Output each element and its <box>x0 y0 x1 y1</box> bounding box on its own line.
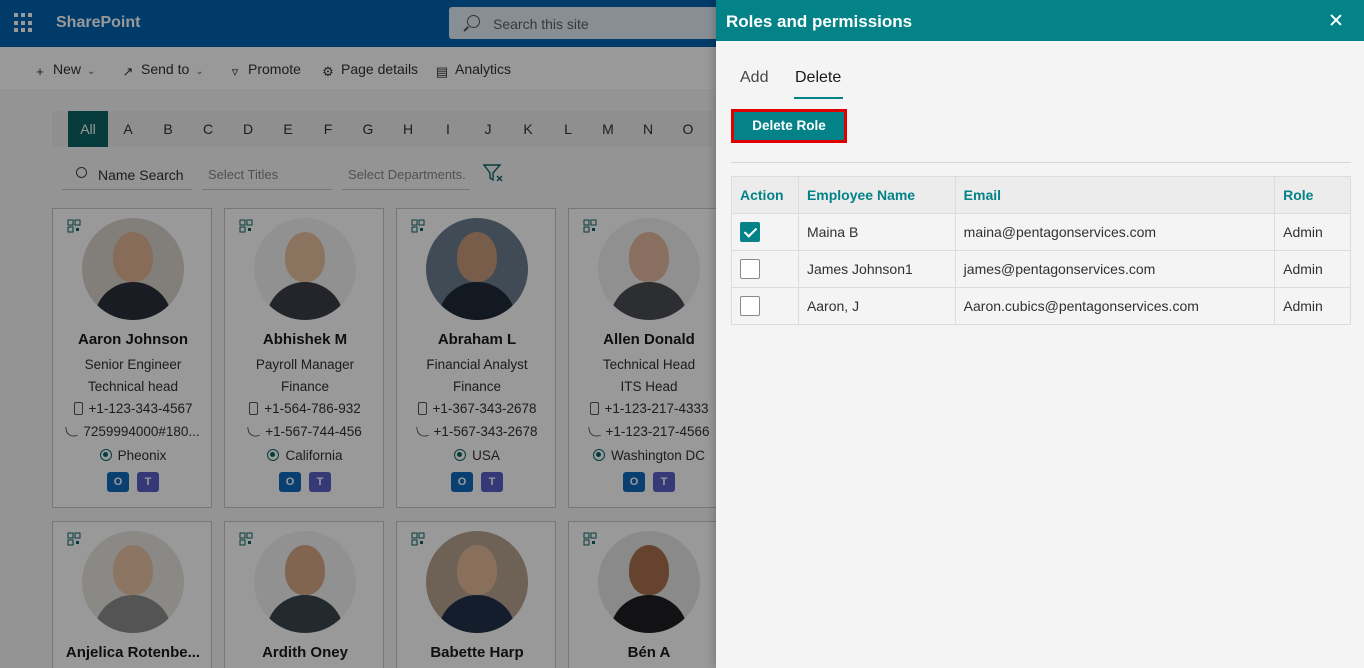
divider <box>731 162 1351 163</box>
role-cell: Admin <box>1274 250 1351 288</box>
action-cell <box>731 287 799 325</box>
role-cell: Admin <box>1274 287 1351 325</box>
email-cell: james@pentagonservices.com <box>954 250 1276 288</box>
action-cell <box>731 250 799 288</box>
modal-overlay[interactable] <box>0 0 716 668</box>
header-employee-name: Employee Name <box>797 176 956 214</box>
table-header-row: Action Employee Name Email Role <box>731 176 1351 214</box>
employee-name-cell: Aaron, J <box>797 287 956 325</box>
table-row: Maina B maina@pentagonservices.com Admin <box>731 213 1351 251</box>
email-cell: Aaron.cubics@pentagonservices.com <box>954 287 1276 325</box>
active-tab-indicator <box>794 97 843 99</box>
role-cell: Admin <box>1274 213 1351 251</box>
delete-role-button[interactable]: Delete Role <box>731 109 847 143</box>
row-checkbox[interactable] <box>740 296 760 316</box>
tab-add[interactable]: Add <box>740 69 768 87</box>
header-action: Action <box>731 176 799 214</box>
employee-name-cell: Maina B <box>797 213 956 251</box>
delete-role-label: Delete Role <box>734 112 844 140</box>
row-checkbox[interactable] <box>740 222 760 242</box>
email-cell: maina@pentagonservices.com <box>954 213 1276 251</box>
roles-table: Action Employee Name Email Role Maina B … <box>731 176 1351 325</box>
header-email: Email <box>954 176 1276 214</box>
action-cell <box>731 213 799 251</box>
header-role: Role <box>1274 176 1351 214</box>
table-row: Aaron, J Aaron.cubics@pentagonservices.c… <box>731 287 1351 325</box>
roles-permissions-panel: Roles and permissions Add Delete Delete … <box>716 0 1364 668</box>
row-checkbox[interactable] <box>740 259 760 279</box>
panel-header: Roles and permissions <box>716 0 1364 41</box>
panel-title: Roles and permissions <box>726 12 913 31</box>
close-icon[interactable] <box>1324 8 1348 32</box>
employee-name-cell: James Johnson1 <box>797 250 956 288</box>
table-row: James Johnson1 james@pentagonservices.co… <box>731 250 1351 288</box>
tab-delete[interactable]: Delete <box>795 69 841 87</box>
